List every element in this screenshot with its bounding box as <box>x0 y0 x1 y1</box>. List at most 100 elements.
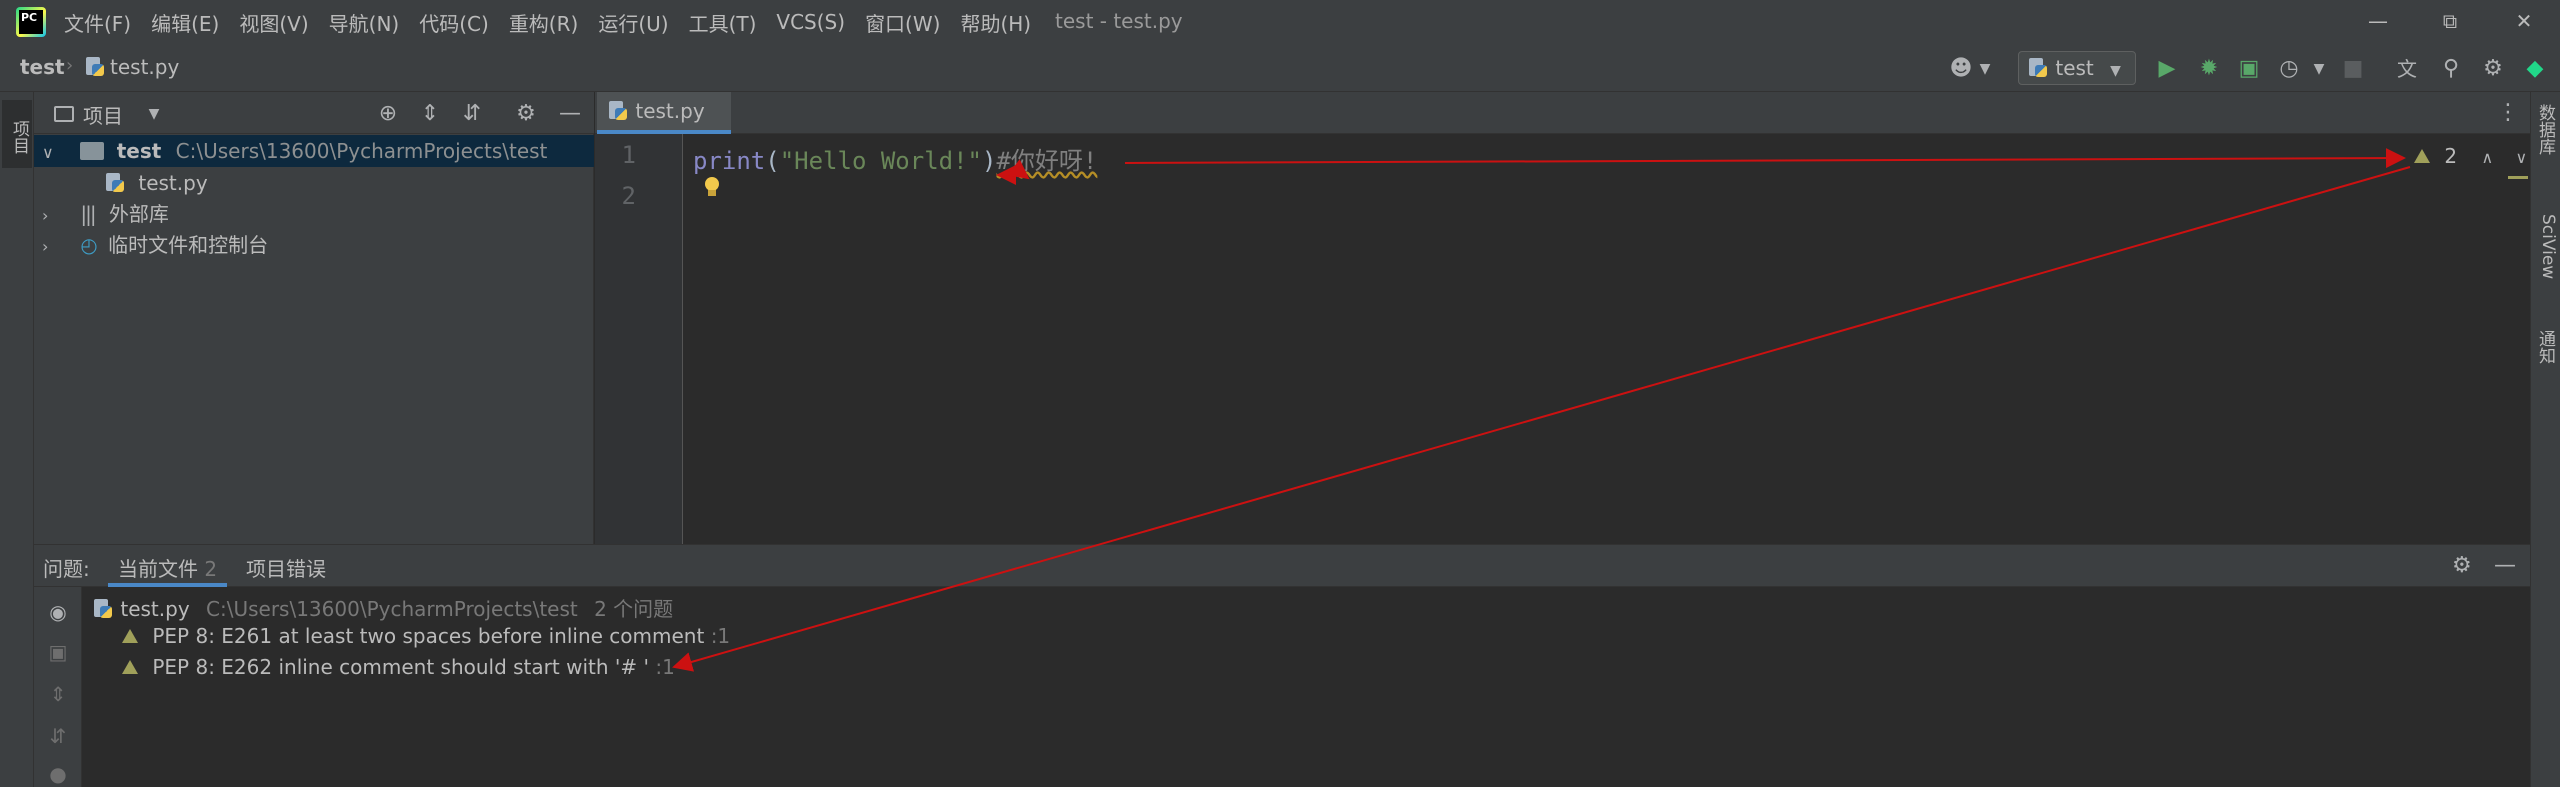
preview-icon[interactable]: ▣ <box>44 640 72 668</box>
restore-icon[interactable]: ⧉ <box>2430 6 2470 36</box>
lightbulb-icon[interactable] <box>703 176 721 198</box>
coverage-icon[interactable]: ▣ <box>2234 54 2264 84</box>
menu-view[interactable]: 视图(V) <box>239 8 308 37</box>
code-editor[interactable] <box>683 134 2493 544</box>
chevron-right-icon: › <box>66 55 74 76</box>
tree-item-external-libs[interactable]: › ||| 外部库 <box>34 198 594 230</box>
chevron-down-icon[interactable]: ▼ <box>2304 54 2334 84</box>
stop-icon[interactable]: ■ <box>2338 54 2368 84</box>
menu-refactor[interactable]: 重构(R) <box>509 8 579 37</box>
gear-icon[interactable]: ⚙ <box>2452 553 2472 578</box>
menu-edit[interactable]: 编辑(E) <box>151 8 219 37</box>
tab-current-file-label: 当前文件 <box>118 557 198 581</box>
close-icon[interactable]: ✕ <box>2504 6 2544 36</box>
window-title: test - test.py <box>1055 9 1183 33</box>
pycharm-logo-icon: PC <box>16 7 46 37</box>
run-configuration-label: test <box>2055 56 2094 80</box>
tree-item-file[interactable]: test.py <box>34 167 594 199</box>
python-file-icon <box>104 172 126 194</box>
python-file-icon <box>84 55 106 79</box>
problem-file-path: C:\Users\13600\PycharmProjects\test <box>206 597 578 621</box>
chevron-right-icon[interactable]: › <box>42 231 64 263</box>
menu-code[interactable]: 代码(C) <box>419 8 489 37</box>
python-file-icon <box>92 598 114 620</box>
menu-tools[interactable]: 工具(T) <box>689 8 757 37</box>
project-panel-title[interactable]: 项目 <box>83 100 123 129</box>
locate-icon[interactable]: ⊕ <box>374 100 402 128</box>
chevron-down-icon[interactable]: ▼ <box>140 100 168 128</box>
breadcrumb-file[interactable]: test.py <box>110 55 179 79</box>
profile-icon[interactable]: ◷ <box>2274 54 2304 84</box>
tree-external-libs-label: 外部库 <box>108 202 169 226</box>
code-comment: #你好呀! <box>996 147 1098 175</box>
right-tool-strip <box>2530 92 2560 787</box>
tab-project-errors[interactable]: 项目错误 <box>246 553 326 582</box>
warning-icon <box>122 629 138 643</box>
code-line-1[interactable]: print("Hello World!")#你好呀! <box>693 141 1097 176</box>
tool-tab-sciview[interactable]: SciView <box>2532 214 2558 279</box>
problem-summary: 2 个问题 <box>594 597 674 621</box>
search-icon[interactable]: ⚲ <box>2436 54 2466 84</box>
menu-file[interactable]: 文件(F) <box>64 8 131 37</box>
code-fn: print <box>693 147 766 175</box>
menu-vcs[interactable]: VCS(S) <box>776 10 845 34</box>
problem-file-node[interactable]: test.py C:\Users\13600\PycharmProjects\t… <box>92 593 673 622</box>
chevron-down-icon[interactable]: ∨ <box>42 137 64 169</box>
logo-text: PC <box>19 10 43 34</box>
python-icon <box>2027 57 2049 79</box>
chevron-down-icon[interactable]: ▼ <box>1970 54 2000 84</box>
editor-tab-bar <box>595 92 2540 134</box>
scratches-icon: ◴ <box>80 233 98 257</box>
editor-tab-label: test.py <box>635 99 705 123</box>
problem-item[interactable]: PEP 8: E261 at least two spaces before i… <box>122 624 730 648</box>
tab-current-file[interactable]: 当前文件 2 <box>108 545 228 587</box>
tree-item-scratches[interactable]: › ◴ 临时文件和控制台 <box>34 229 594 261</box>
editor-tab-test-py[interactable]: test.py <box>597 92 731 134</box>
menu-run[interactable]: 运行(U) <box>598 8 668 37</box>
plugin-icon[interactable]: ◆ <box>2520 54 2550 84</box>
gear-icon[interactable]: ⚙ <box>512 100 540 128</box>
tree-file-name: test.py <box>138 171 208 195</box>
run-configuration-select[interactable]: test ▼ <box>2018 51 2136 85</box>
collapse-all-icon[interactable]: ⇵ <box>458 100 486 128</box>
problem-item[interactable]: PEP 8: E262 inline comment should start … <box>122 655 675 679</box>
problems-header <box>34 545 2530 587</box>
gear-icon[interactable]: ⚙ <box>2478 54 2508 84</box>
translate-icon[interactable]: 文 <box>2392 54 2422 84</box>
warning-stripe-marker[interactable] <box>2508 176 2528 179</box>
tree-item-root[interactable]: ∨ test C:\Users\13600\PycharmProjects\te… <box>34 135 594 167</box>
debug-icon[interactable]: ✹ <box>2194 54 2224 84</box>
filter-icon[interactable]: ● <box>44 762 72 787</box>
tool-tab-notifications[interactable]: 通知 <box>2532 330 2558 364</box>
more-options-icon[interactable]: ⋮ <box>2497 100 2519 125</box>
tree-scratches-label: 临时文件和控制台 <box>108 233 269 257</box>
problem-text: PEP 8: E261 at least two spaces before i… <box>152 624 705 648</box>
menu-help[interactable]: 帮助(H) <box>960 8 1031 37</box>
eye-icon[interactable]: ◉ <box>44 600 72 628</box>
folder-icon <box>80 142 105 160</box>
menu-navigate[interactable]: 导航(N) <box>329 8 400 37</box>
tool-tab-database[interactable]: 数据库 <box>2532 104 2558 155</box>
chevron-down-icon[interactable]: ∨ <box>2516 148 2528 167</box>
minimize-icon[interactable]: — <box>2358 6 2398 36</box>
chevron-up-icon[interactable]: ∧ <box>2481 148 2493 167</box>
problem-file-name: test.py <box>120 597 190 621</box>
tool-tab-project[interactable]: 项目 <box>2 100 32 168</box>
collapse-all-icon[interactable]: ⇵ <box>44 724 72 752</box>
menu-bar: 文件(F) 编辑(E) 视图(V) 导航(N) 代码(C) 重构(R) 运行(U… <box>64 0 1051 44</box>
inspection-widget[interactable]: 2 ∧ ∨ <box>2414 144 2527 168</box>
expand-all-icon[interactable]: ⇕ <box>416 100 444 128</box>
expand-all-icon[interactable]: ⇕ <box>44 682 72 710</box>
run-icon[interactable]: ▶ <box>2152 54 2182 84</box>
tree-root-name: test <box>116 139 162 163</box>
tab-current-file-count: 2 <box>204 557 218 581</box>
menu-window[interactable]: 窗口(W) <box>865 8 940 37</box>
chevron-right-icon[interactable]: › <box>42 200 64 232</box>
left-tool-strip <box>0 92 34 787</box>
hide-icon[interactable]: — <box>2494 553 2516 578</box>
breadcrumb-project[interactable]: test <box>20 55 65 79</box>
problem-line: :1 <box>710 624 731 648</box>
warning-icon <box>2414 149 2430 163</box>
code-open-paren: ( <box>765 147 780 175</box>
hide-icon[interactable]: — <box>556 100 584 128</box>
